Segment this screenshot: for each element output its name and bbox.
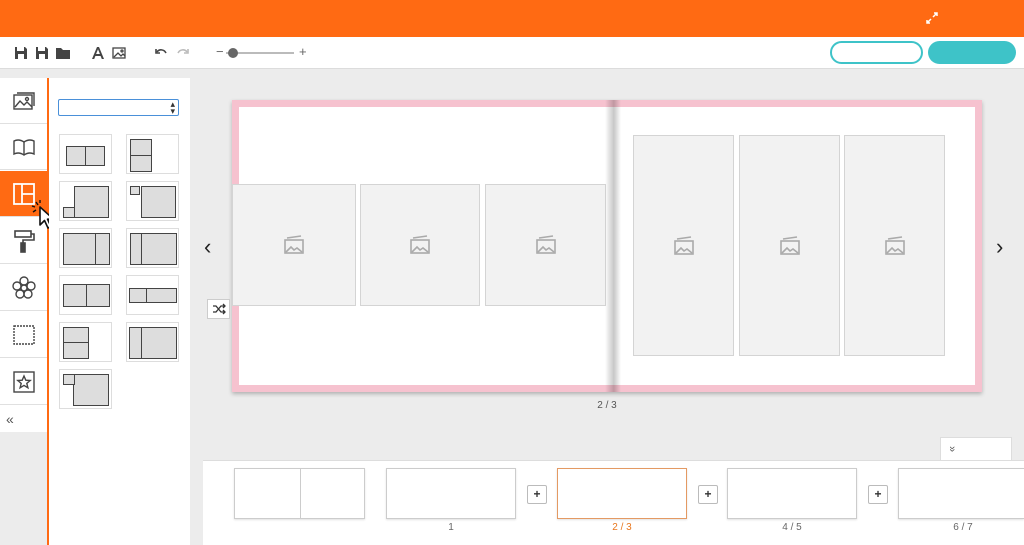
- top-bar: [0, 0, 1024, 37]
- select-arrows-icon: ▴ ▾: [170, 99, 175, 116]
- add-page-button[interactable]: +: [527, 485, 547, 504]
- photo-slot[interactable]: [232, 184, 356, 306]
- photo-slot[interactable]: [844, 135, 945, 356]
- tab-clipart[interactable]: [0, 359, 47, 405]
- image-icon[interactable]: [111, 45, 127, 61]
- order-button[interactable]: [928, 41, 1016, 64]
- side-tab-bar: «: [0, 78, 48, 432]
- add-page-button[interactable]: +: [868, 485, 888, 504]
- zoom-slider-handle[interactable]: [228, 48, 238, 58]
- page-label: 6 / 7: [953, 522, 973, 533]
- tab-frames[interactable]: [0, 312, 47, 358]
- layout-panel: ▴ ▾: [49, 78, 190, 545]
- layout-option[interactable]: [59, 275, 112, 315]
- flower-icon: [11, 275, 36, 299]
- image-placeholder-icon: [673, 235, 694, 255]
- page-thumbnail-cover[interactable]: [234, 468, 365, 519]
- page-thumbnail-2-3[interactable]: [557, 468, 687, 519]
- toggle-page-strip-button[interactable]: »: [940, 437, 1012, 461]
- page-spine: [299, 469, 301, 518]
- tab-book[interactable]: [0, 124, 47, 170]
- image-placeholder-icon: [535, 235, 556, 254]
- layout-category-select[interactable]: ▴ ▾: [58, 99, 179, 116]
- star-icon: [12, 370, 35, 393]
- page-thumbnail-6-7[interactable]: [898, 468, 1024, 519]
- shuffle-layout-button[interactable]: [207, 299, 230, 319]
- save-as-icon[interactable]: [34, 45, 50, 61]
- frame-icon: [12, 324, 35, 345]
- chevrons-down-icon: »: [946, 445, 959, 453]
- image-placeholder-icon: [284, 235, 304, 254]
- paint-roller-icon: [13, 229, 35, 253]
- page-strip: 1 + 2 / 3 + 4 / 5 + 6 / 7: [203, 460, 1024, 545]
- next-page-arrow[interactable]: ›: [996, 236, 1003, 258]
- page-label: 4 / 5: [782, 522, 802, 533]
- page-counter: 2 / 3: [597, 400, 617, 411]
- layout-option[interactable]: [126, 275, 179, 315]
- undo-icon[interactable]: [153, 45, 169, 61]
- zoom-out-button[interactable]: −: [216, 44, 224, 60]
- page-label: 1: [448, 522, 454, 533]
- book-icon: [12, 138, 35, 156]
- photo-slot[interactable]: [360, 184, 480, 306]
- layout-option[interactable]: [59, 181, 112, 221]
- add-page-button[interactable]: +: [698, 485, 718, 504]
- preview-button[interactable]: [830, 41, 923, 64]
- save-icon[interactable]: [13, 45, 29, 61]
- collapse-sidebar-button[interactable]: «: [0, 406, 47, 432]
- text-icon[interactable]: [90, 45, 106, 61]
- page-thumbnail-4-5[interactable]: [727, 468, 857, 519]
- page-thumbnail-1[interactable]: [386, 468, 516, 519]
- layout-option[interactable]: [126, 181, 179, 221]
- tab-photos[interactable]: [0, 78, 47, 124]
- layout-option[interactable]: [59, 228, 112, 268]
- book-spread: [232, 100, 982, 392]
- tab-stickers[interactable]: [0, 265, 47, 311]
- image-placeholder-icon: [884, 235, 905, 255]
- layout-option[interactable]: [126, 322, 179, 362]
- layout-option[interactable]: [126, 228, 179, 268]
- page-label: 2 / 3: [612, 522, 632, 533]
- folder-icon[interactable]: [55, 45, 71, 61]
- layout-option[interactable]: [59, 134, 112, 174]
- photo-slot[interactable]: [485, 184, 606, 306]
- photos-icon: [12, 91, 35, 110]
- layout-option[interactable]: [59, 322, 112, 362]
- photo-slot[interactable]: [739, 135, 840, 356]
- shuffle-icon: [212, 303, 226, 315]
- layout-option[interactable]: [59, 369, 112, 409]
- image-placeholder-icon: [410, 235, 430, 254]
- expand-icon[interactable]: [924, 10, 940, 26]
- photo-slot[interactable]: [633, 135, 734, 356]
- previous-page-arrow[interactable]: ‹: [204, 236, 211, 258]
- layout-option[interactable]: [126, 134, 179, 174]
- layout-category-value: [59, 105, 63, 116]
- image-placeholder-icon: [779, 235, 800, 255]
- zoom-in-button[interactable]: +: [299, 44, 307, 60]
- redo-icon[interactable]: [175, 45, 191, 61]
- book-gutter: [605, 100, 621, 392]
